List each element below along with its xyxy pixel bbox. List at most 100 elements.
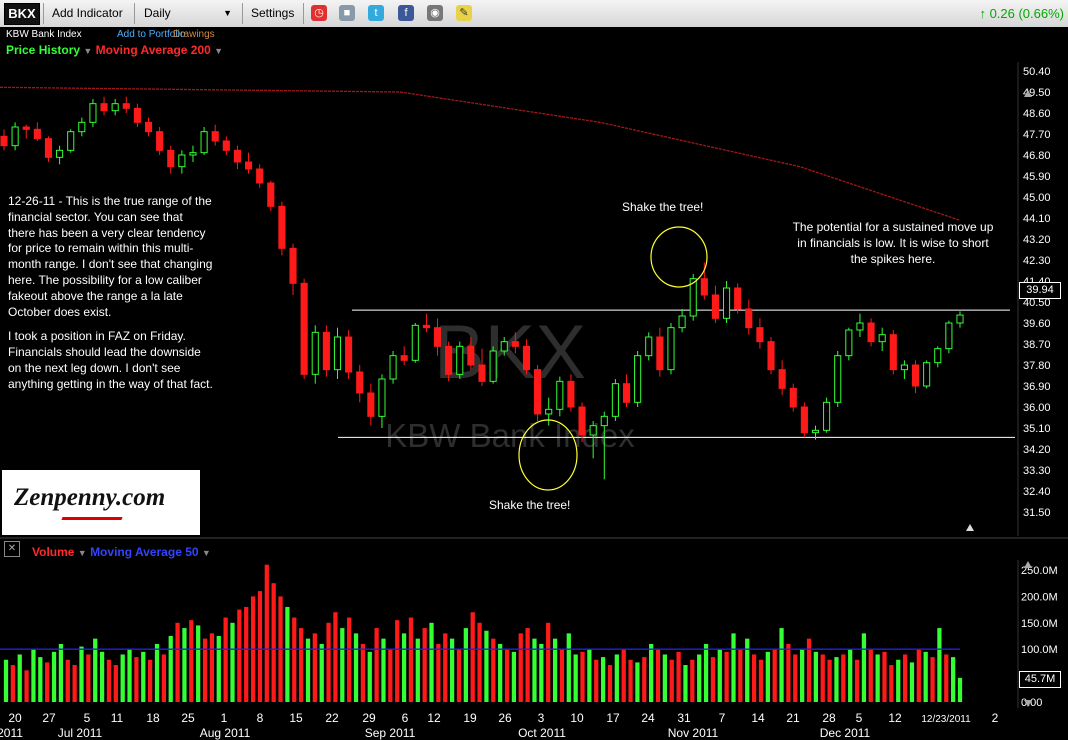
candle-body [489, 350, 497, 382]
volume-bar [72, 665, 77, 702]
price-tick-label: 42.30 [1023, 255, 1051, 267]
volume-bar [209, 633, 215, 702]
x-tick-label: 12 [427, 711, 441, 725]
candle [778, 360, 786, 396]
volume-bar [93, 638, 98, 702]
volume-bar [628, 659, 633, 702]
volume-bar [374, 628, 379, 702]
volume-bar [676, 651, 681, 702]
volume-bar [806, 638, 812, 702]
x-tick-label: 7 [719, 711, 726, 725]
candle [889, 330, 897, 375]
volume-bar [552, 638, 558, 702]
price-tick-label: 35.10 [1023, 423, 1051, 435]
commentary-text: 12-26-11 - This is the true range of the… [8, 194, 213, 402]
candle [734, 283, 742, 314]
volume-bar [388, 649, 393, 702]
volume-bar [690, 659, 695, 702]
candle-body [600, 415, 608, 427]
commentary-paragraph: 12-26-11 - This is the true range of the… [8, 194, 213, 319]
candle [44, 136, 53, 162]
volume-bar [951, 657, 956, 702]
volume-bar [216, 636, 221, 702]
volume-bar [662, 654, 668, 702]
volume-bar [58, 643, 64, 702]
price-tick-label: 38.70 [1023, 339, 1051, 351]
candle-body [645, 336, 653, 357]
candle-body [634, 355, 642, 403]
volume-bar [429, 622, 434, 702]
chevron-down-icon[interactable]: ▼ [78, 548, 87, 558]
volume-bar [196, 625, 201, 702]
candle [389, 351, 397, 384]
legend-ma50[interactable]: Moving Average 50 [90, 545, 198, 559]
volume-bar [443, 633, 448, 702]
volume-bar [580, 651, 585, 702]
candle-body [311, 331, 319, 375]
candle [411, 323, 419, 363]
volume-legend: Volume ▼ Moving Average 50 ▼ [32, 544, 211, 561]
candle-body [322, 331, 330, 371]
price-tick-label: 37.80 [1023, 360, 1051, 372]
candle [767, 337, 775, 375]
volume-bar [182, 628, 187, 702]
candle [945, 320, 953, 354]
x-tick-label: 20 [8, 711, 22, 725]
candle [400, 346, 408, 365]
volume-bar [223, 617, 228, 702]
x-tick-label: 15 [289, 711, 303, 725]
x-tick-label: 12 [888, 711, 902, 725]
candle-body [767, 341, 775, 371]
candle-body [923, 362, 931, 387]
candle-body [278, 205, 286, 249]
candle [245, 152, 253, 174]
x-tick-label: 3 [538, 711, 545, 725]
scroll-up-icon[interactable] [966, 524, 974, 531]
x-tick-label: 5 [856, 711, 863, 725]
volume-bar [477, 622, 482, 702]
volume-bar [120, 654, 125, 702]
candle-body [189, 152, 197, 156]
volume-bar [532, 638, 537, 702]
candle-body [734, 287, 742, 310]
candle-body [567, 380, 575, 408]
x-tick-label: 18 [146, 711, 160, 725]
candle [278, 201, 286, 256]
volume-tick-label: 100.0M [1021, 644, 1058, 656]
candle-body [745, 308, 753, 329]
volume-bar [298, 628, 304, 702]
chevron-down-icon[interactable]: ▼ [202, 548, 211, 558]
volume-bar [99, 651, 105, 702]
candle [189, 145, 197, 162]
volume-bar [573, 654, 578, 702]
x-month-label: Nov 2011 [668, 726, 719, 740]
candle [645, 332, 653, 361]
candle-body [800, 406, 808, 434]
candle [756, 318, 764, 349]
volume-bar [957, 677, 963, 702]
volume-bar [559, 649, 565, 702]
volume-bar [230, 622, 235, 702]
close-icon[interactable]: ✕ [4, 541, 20, 557]
candle-body [934, 348, 942, 364]
candle [33, 122, 41, 141]
candle [345, 330, 353, 379]
legend-volume[interactable]: Volume [32, 545, 74, 559]
shake-circle-top [650, 226, 708, 288]
volume-bar [861, 633, 867, 702]
candle-body [556, 380, 564, 410]
volume-bar [827, 659, 832, 702]
candle-body [889, 334, 897, 371]
x-tick-label: 24 [641, 711, 655, 725]
candle [678, 309, 686, 333]
volume-bar [31, 649, 36, 702]
volume-bar [24, 670, 29, 702]
candle-body [100, 103, 108, 112]
candle-body [167, 149, 175, 168]
watermark-name: KBW Bank Index [385, 417, 635, 454]
candle-body [367, 392, 375, 417]
candle-body [78, 121, 86, 133]
candle [745, 299, 753, 335]
volume-bar [868, 649, 873, 702]
volume-bar [731, 633, 736, 702]
